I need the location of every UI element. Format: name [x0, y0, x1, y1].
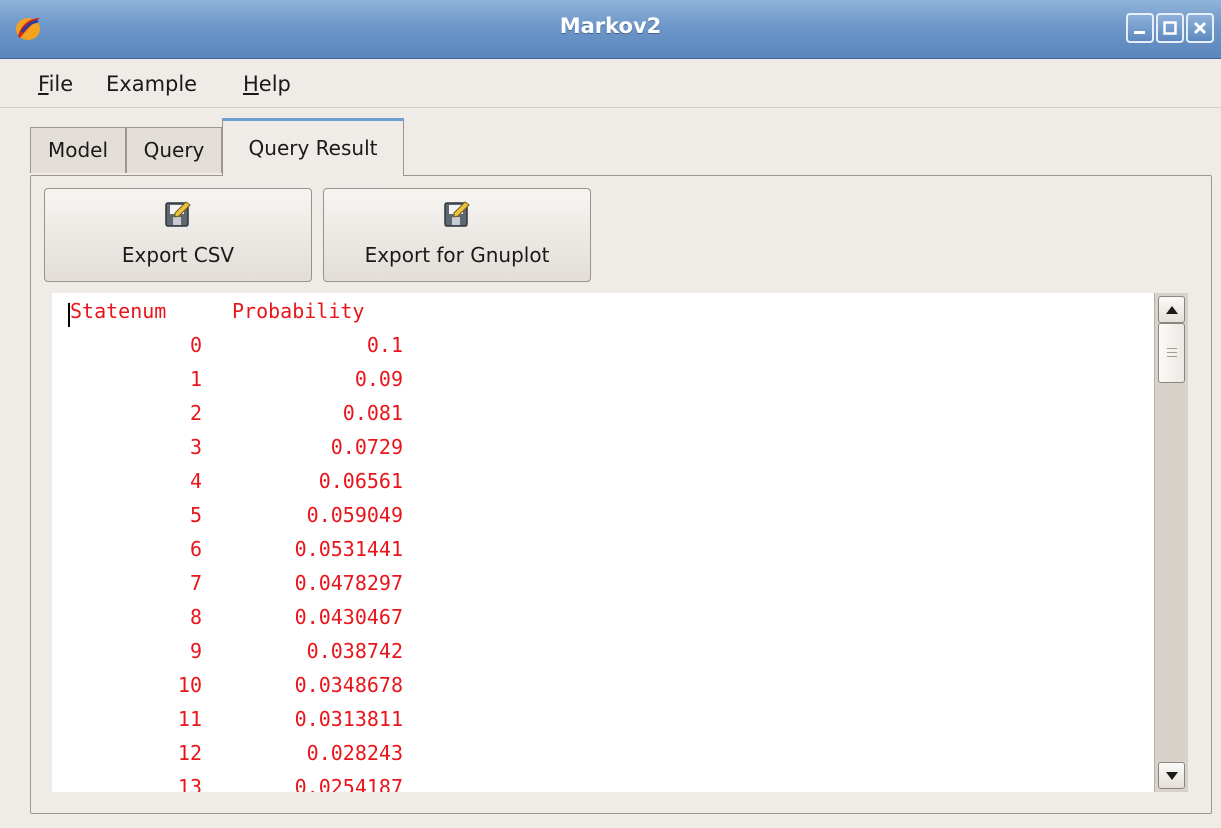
export-csv-label: Export CSV	[121, 243, 235, 267]
statenum-cell: 12	[177, 741, 202, 765]
statenum-cell: 8	[189, 605, 202, 629]
probability-cell: 0.059049	[306, 503, 403, 527]
column-header-probability: Probability	[232, 299, 365, 323]
probability-cell: 0.0478297	[294, 571, 403, 595]
probability-cell: 0.038742	[306, 639, 403, 663]
statenum-cell: 13	[177, 775, 202, 792]
probability-cell: 0.09	[354, 367, 403, 391]
probability-cell: 0.0348678	[294, 673, 403, 697]
title-bar[interactable]: Markov2	[0, 0, 1221, 59]
export-gnuplot-label: Export for Gnuplot	[364, 243, 550, 267]
probability-cell: 0.0531441	[294, 537, 403, 561]
export-gnuplot-button[interactable]: Export for Gnuplot	[323, 188, 591, 282]
menu-file[interactable]: File	[38, 72, 73, 96]
menu-example[interactable]: Example	[106, 72, 197, 96]
statenum-cell: 6	[189, 537, 202, 561]
statenum-cell: 7	[189, 571, 202, 595]
menu-help-mnemonic: H	[243, 72, 259, 96]
probability-cell: 0.028243	[306, 741, 403, 765]
menu-file-mnemonic: F	[38, 72, 49, 96]
vertical-scrollbar[interactable]	[1154, 293, 1188, 792]
tab-model[interactable]: Model	[30, 127, 126, 173]
menu-help[interactable]: Help	[243, 72, 291, 96]
result-text-view[interactable]: Statenum Probability 0 0.1 1 0.09 2 0.081 3 0.0…	[52, 293, 1154, 792]
probability-cell: 0.0729	[330, 435, 403, 459]
arrow-up-icon	[1166, 306, 1178, 314]
statenum-cell: 5	[189, 503, 202, 527]
export-csv-button[interactable]: Export CSV	[44, 188, 312, 282]
tab-query[interactable]: Query	[126, 127, 222, 173]
menu-example-label: Example	[106, 72, 198, 96]
probability-cell: 0.0254187	[294, 775, 403, 792]
probability-cell: 0.06561	[318, 469, 403, 493]
maximize-button[interactable]	[1156, 13, 1184, 43]
scroll-down-button[interactable]	[1158, 762, 1185, 789]
menu-file-label: ile	[48, 72, 74, 96]
minimize-icon	[1134, 31, 1145, 34]
arrow-down-icon	[1166, 772, 1178, 780]
minimize-button[interactable]	[1126, 13, 1154, 43]
statenum-cell: 10	[177, 673, 202, 697]
menu-help-label: elp	[258, 72, 291, 96]
statenum-cell: 9	[189, 639, 202, 663]
scroll-up-button[interactable]	[1158, 296, 1185, 323]
tab-query-result[interactable]: Query Result	[222, 118, 404, 176]
statenum-cell: 0	[189, 333, 202, 357]
scroll-thumb[interactable]	[1158, 323, 1185, 383]
statenum-cell: 4	[189, 469, 202, 493]
probability-cell: 0.0430467	[294, 605, 403, 629]
statenum-cell: 1	[189, 367, 202, 391]
column-header-statenum: Statenum	[70, 299, 167, 323]
save-icon	[444, 201, 470, 227]
statenum-cell: 11	[177, 707, 202, 731]
probability-cell: 0.081	[342, 401, 403, 425]
maximize-icon	[1163, 21, 1177, 35]
statenum-cell: 3	[189, 435, 202, 459]
save-icon	[165, 201, 191, 227]
probability-cell: 0.1	[366, 333, 403, 357]
statenum-cell: 2	[189, 401, 202, 425]
probability-cell: 0.0313811	[294, 707, 403, 731]
close-icon	[1193, 21, 1207, 35]
close-button[interactable]	[1186, 13, 1214, 43]
window-title: Markov2	[559, 14, 662, 38]
menu-bar: File Example Help	[0, 59, 1221, 108]
